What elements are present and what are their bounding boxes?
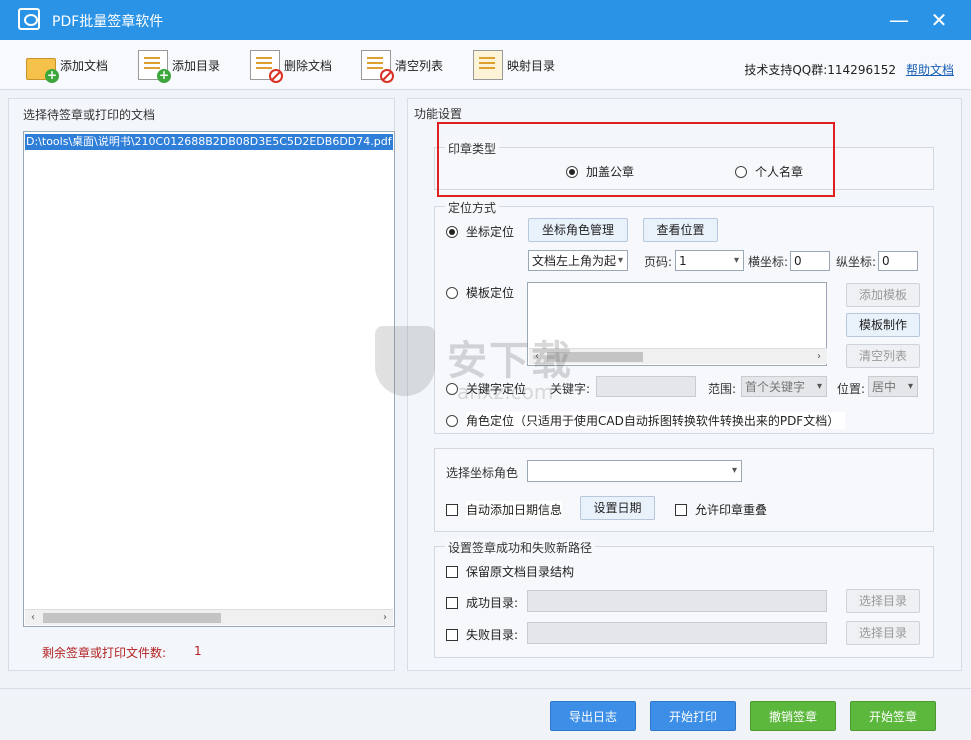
support-qq-text: 技术支持QQ群:114296152	[744, 63, 896, 77]
title-bar: PDF批量签章软件 — ✕	[0, 0, 971, 40]
positioning-title: 定位方式	[445, 199, 500, 216]
folder-add-icon: +	[26, 58, 59, 83]
list-clear-icon	[361, 50, 394, 83]
settings-title: 功能设置	[414, 107, 463, 121]
coordinate-role-button[interactable]: 坐标角色管理	[528, 218, 628, 242]
app-icon	[18, 8, 40, 30]
document-add-icon: +	[138, 50, 171, 83]
range-label: 范围:	[708, 382, 737, 396]
file-list[interactable]: D:\tools\桌面\说明书\210C012688B2DB08D3E5C5D2…	[23, 131, 395, 627]
choose-success-dir-button[interactable]: 选择目录	[846, 589, 920, 613]
page-label: 页码:	[644, 255, 673, 269]
position-select[interactable]: 居中 ▾	[868, 376, 918, 397]
close-button[interactable]: ✕	[924, 6, 954, 34]
remaining-files-label: 剩余签章或打印文件数:	[42, 646, 167, 660]
add-directory-button[interactable]: + 添加目录	[138, 49, 220, 83]
y-coordinate-input[interactable]: 0	[878, 251, 918, 271]
list-item[interactable]: D:\tools\桌面\说明书\210C012688B2DB08D3E5C5D2…	[25, 134, 393, 150]
coordinate-role-select[interactable]: ▾	[527, 460, 742, 482]
x-coordinate-label: 横坐标:	[748, 255, 789, 269]
radio-role-positioning[interactable]: 角色定位（只适用于使用CAD自动拆图转换软件转换出来的PDF文档）	[446, 412, 846, 429]
anchor-select[interactable]: 文档左上角为起 ▾	[528, 250, 628, 271]
highlight-box	[437, 122, 835, 197]
map-directory-icon	[473, 50, 503, 80]
radio-template-positioning[interactable]: 模板定位	[446, 284, 514, 301]
success-dir-input[interactable]	[527, 590, 827, 612]
watermark-logo: 安下载 anxz.com	[375, 318, 585, 413]
page-select[interactable]: 1 ▾	[675, 250, 744, 271]
view-position-button[interactable]: 查看位置	[643, 218, 718, 242]
map-directory-button[interactable]: 映射目录	[473, 49, 555, 81]
y-coordinate-label: 纵坐标:	[836, 255, 877, 269]
range-select[interactable]: 首个关键字 ▾	[741, 376, 827, 397]
keyword-input[interactable]	[596, 376, 696, 397]
chevron-down-icon: ▾	[615, 251, 623, 270]
cancel-sign-button[interactable]: 撤销签章	[750, 701, 836, 731]
minimize-button[interactable]: —	[884, 6, 914, 34]
scroll-thumb[interactable]	[43, 613, 221, 623]
path-title: 设置签章成功和失败新路径	[445, 539, 596, 556]
help-link[interactable]: 帮助文档	[906, 61, 954, 78]
remaining-files-count: 1	[194, 644, 202, 658]
x-coordinate-input[interactable]: 0	[790, 251, 830, 271]
start-print-button[interactable]: 开始打印	[650, 701, 736, 731]
add-template-button[interactable]: 添加模板	[846, 283, 920, 307]
set-date-button[interactable]: 设置日期	[580, 496, 655, 520]
checkbox-auto-date[interactable]: 自动添加日期信息	[446, 501, 563, 518]
checkbox-fail-dir[interactable]: 失败目录:	[446, 626, 518, 643]
choose-fail-dir-button[interactable]: 选择目录	[846, 621, 920, 645]
delete-document-button[interactable]: 删除文档	[250, 49, 332, 83]
checkbox-success-dir[interactable]: 成功目录:	[446, 594, 518, 611]
chevron-down-icon: ▾	[816, 381, 822, 392]
add-document-button[interactable]: + 添加文档	[26, 49, 108, 83]
fail-dir-input[interactable]	[527, 622, 827, 644]
scroll-right-icon[interactable]: ›	[811, 349, 827, 365]
checkbox-allow-overlap[interactable]: 允许印章重叠	[675, 501, 767, 518]
window-title: PDF批量签章软件	[52, 14, 164, 30]
chevron-down-icon: ▾	[733, 255, 739, 266]
select-role-label: 选择坐标角色	[446, 466, 519, 480]
document-delete-icon	[250, 50, 283, 83]
export-log-button[interactable]: 导出日志	[550, 701, 636, 731]
chevron-down-icon: ▾	[731, 465, 737, 476]
clear-template-list-button[interactable]: 清空列表	[846, 344, 920, 368]
document-list-title: 选择待签章或打印的文档	[23, 108, 156, 122]
start-sign-button[interactable]: 开始签章	[850, 701, 936, 731]
horizontal-scrollbar[interactable]: ‹ ›	[25, 609, 393, 625]
checkbox-keep-structure[interactable]: 保留原文档目录结构	[446, 563, 574, 580]
make-template-button[interactable]: 模板制作	[846, 313, 920, 337]
scroll-left-icon[interactable]: ‹	[25, 610, 41, 626]
document-list-panel: 选择待签章或打印的文档 D:\tools\桌面\说明书\210C012688B2…	[8, 98, 395, 671]
clear-list-button[interactable]: 清空列表	[361, 49, 443, 83]
shield-icon	[375, 326, 435, 396]
scroll-right-icon[interactable]: ›	[377, 610, 393, 626]
position-label: 位置:	[837, 382, 866, 396]
radio-coordinate-positioning[interactable]: 坐标定位	[446, 223, 514, 240]
chevron-down-icon: ▾	[907, 381, 913, 392]
